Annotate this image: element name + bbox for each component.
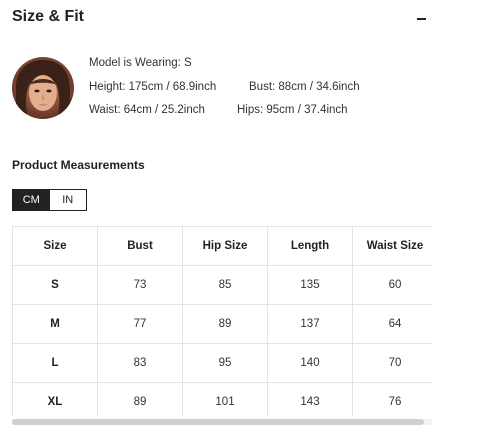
table-row: L 83 95 140 70	[12, 343, 432, 383]
model-hips: Hips: 95cm / 37.4inch	[237, 104, 348, 116]
bust-cell: 89	[97, 382, 183, 416]
column-header-size: Size	[12, 226, 98, 266]
hip-size-cell: 101	[182, 382, 268, 416]
table-row: XL 89 101 143 76	[12, 382, 432, 416]
bust-cell: 77	[97, 304, 183, 344]
unit-toggle: CM IN	[12, 189, 87, 211]
hip-size-cell: 89	[182, 304, 268, 344]
table-row: M 77 89 137 64	[12, 304, 432, 344]
model-wearing: Model is Wearing: S	[89, 57, 192, 69]
model-avatar	[12, 57, 74, 119]
model-bust: Bust: 88cm / 34.6inch	[249, 81, 360, 93]
waist-size-cell: 76	[352, 382, 432, 416]
length-cell: 135	[267, 265, 353, 305]
length-cell: 140	[267, 343, 353, 383]
unit-cm-button[interactable]: CM	[13, 190, 50, 210]
size-fit-header[interactable]: Size & Fit	[12, 7, 432, 31]
table-row: S 73 85 135 60	[12, 265, 432, 305]
size-fit-panel: Size & Fit Model is Wearing: S Height: 1…	[0, 0, 483, 437]
size-cell: S	[12, 265, 98, 305]
size-cell: M	[12, 304, 98, 344]
length-cell: 137	[267, 304, 353, 344]
bust-cell: 73	[97, 265, 183, 305]
table-header-row: Size Bust Hip Size Length Waist Size	[12, 226, 432, 266]
length-cell: 143	[267, 382, 353, 416]
column-header-bust: Bust	[97, 226, 183, 266]
column-header-hip-size: Hip Size	[182, 226, 268, 266]
column-header-length: Length	[267, 226, 353, 266]
collapse-icon[interactable]	[415, 9, 429, 27]
scrollbar-thumb[interactable]	[12, 419, 424, 425]
model-height: Height: 175cm / 68.9inch	[89, 81, 217, 93]
bust-cell: 83	[97, 343, 183, 383]
section-title: Size & Fit	[12, 8, 85, 25]
size-cell: XL	[12, 382, 98, 416]
hip-size-cell: 85	[182, 265, 268, 305]
hip-size-cell: 95	[182, 343, 268, 383]
measurements-table: Size Bust Hip Size Length Waist Size S 7…	[12, 226, 432, 416]
waist-size-cell: 70	[352, 343, 432, 383]
waist-size-cell: 60	[352, 265, 432, 305]
size-cell: L	[12, 343, 98, 383]
horizontal-scrollbar[interactable]	[12, 419, 432, 425]
product-measurements-title: Product Measurements	[12, 158, 145, 172]
column-header-waist-size: Waist Size	[352, 226, 432, 266]
measurements-table-container: Size Bust Hip Size Length Waist Size S 7…	[12, 226, 432, 416]
unit-in-button[interactable]: IN	[49, 190, 86, 210]
waist-size-cell: 64	[352, 304, 432, 344]
model-waist: Waist: 64cm / 25.2inch	[89, 104, 205, 116]
